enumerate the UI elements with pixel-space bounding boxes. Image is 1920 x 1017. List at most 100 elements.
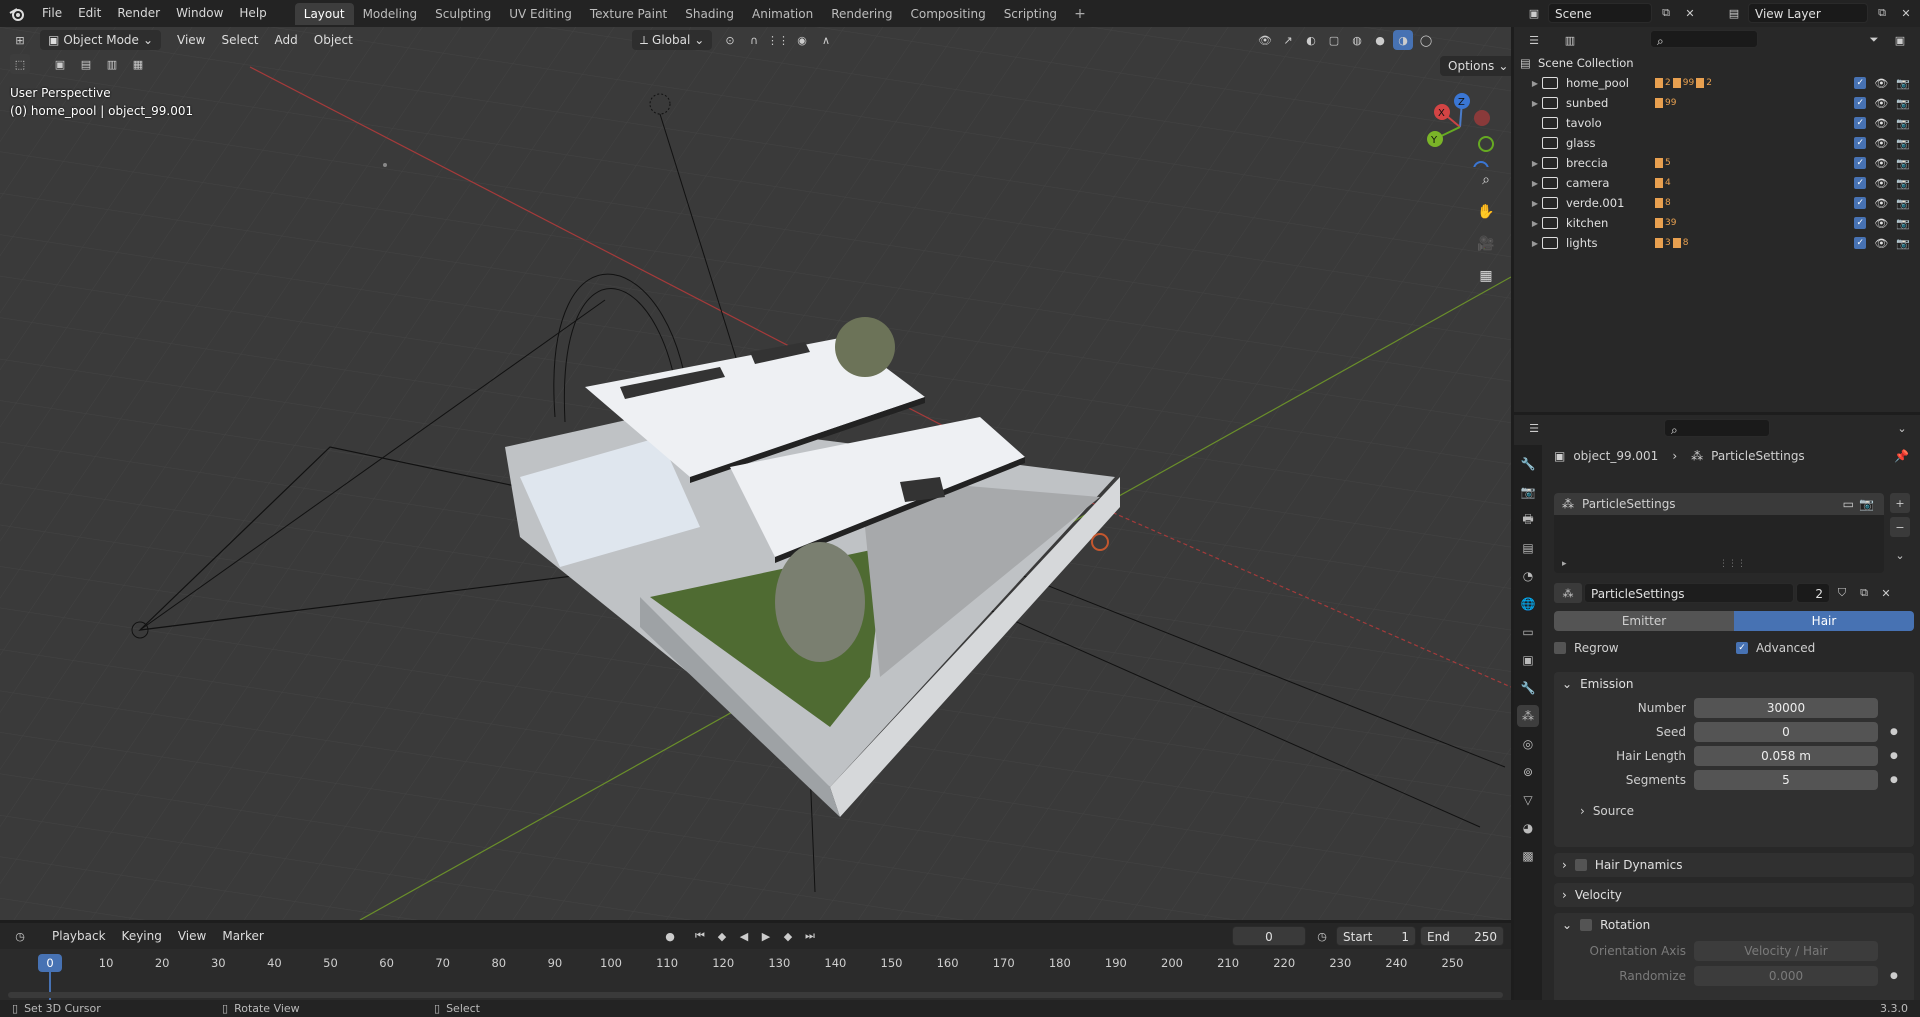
tab-scripting[interactable]: Scripting bbox=[995, 3, 1066, 25]
collection-tab-icon[interactable]: ▭ bbox=[1517, 621, 1539, 643]
number-field[interactable]: 30000 bbox=[1694, 698, 1878, 718]
editor-type-icon[interactable]: ☰ bbox=[1524, 30, 1544, 50]
emitter-button[interactable]: Emitter bbox=[1554, 611, 1734, 631]
menu-object[interactable]: Object bbox=[306, 33, 361, 47]
eye-icon[interactable]: 👁 bbox=[1874, 157, 1888, 170]
viewport-scene[interactable] bbox=[0, 27, 1511, 920]
xray-icon[interactable]: ▢ bbox=[1324, 30, 1344, 50]
outliner-item-glass[interactable]: glass ✓ 👁 📷 bbox=[1514, 133, 1920, 153]
prev-keyframe-icon[interactable]: ◆ bbox=[712, 926, 732, 946]
menu-playback[interactable]: Playback bbox=[44, 929, 114, 943]
camera-icon[interactable]: 📷 bbox=[1896, 137, 1910, 150]
tab-texture-paint[interactable]: Texture Paint bbox=[581, 3, 676, 25]
outliner-item-tavolo[interactable]: tavolo ✓ 👁 📷 bbox=[1514, 113, 1920, 133]
physics-tab-icon[interactable]: ◎ bbox=[1517, 733, 1539, 755]
view-layer-field[interactable]: View Layer bbox=[1748, 3, 1868, 23]
constraints-tab-icon[interactable]: ⊚ bbox=[1517, 761, 1539, 783]
new-scene-icon[interactable]: ⧉ bbox=[1656, 3, 1676, 23]
navigation-gizmo[interactable]: Z X Y bbox=[1420, 87, 1500, 167]
resize-handle-icon[interactable]: ⋮⋮⋮ bbox=[1719, 559, 1746, 569]
select-extend-icon[interactable]: ▤ bbox=[76, 54, 96, 74]
keyframe-dot-icon[interactable]: ● bbox=[1890, 751, 1898, 761]
duplicate-icon[interactable]: ⧉ bbox=[1854, 583, 1874, 603]
tab-compositing[interactable]: Compositing bbox=[901, 3, 994, 25]
neg-x-axis-handle[interactable] bbox=[1474, 110, 1490, 126]
keyframe-dot-icon[interactable]: ● bbox=[1890, 971, 1898, 981]
camera-icon[interactable]: 📷 bbox=[1896, 117, 1910, 130]
content-badges[interactable]: 4 bbox=[1655, 178, 1671, 188]
source-subpanel[interactable]: › Source bbox=[1580, 804, 1634, 818]
list-item[interactable]: ⁂ ParticleSettings ▭ 📷 bbox=[1554, 493, 1884, 515]
visibility-icon[interactable]: 👁 bbox=[1255, 30, 1275, 50]
wireframe-shading-icon[interactable]: ◍ bbox=[1347, 30, 1367, 50]
rendered-shading-icon[interactable]: ◯ bbox=[1416, 30, 1436, 50]
breadcrumb-particles[interactable]: ParticleSettings bbox=[1711, 449, 1805, 463]
scene-collection-row[interactable]: ▤ Scene Collection bbox=[1514, 53, 1920, 73]
object-mode-dropdown[interactable]: ▣ Object Mode ⌄ bbox=[40, 30, 161, 50]
exclude-checkbox[interactable]: ✓ bbox=[1854, 97, 1867, 109]
display-mode-icon[interactable]: ▥ bbox=[1560, 30, 1580, 50]
outliner-search-input[interactable]: ⌕ bbox=[1650, 30, 1758, 48]
hair-button[interactable]: Hair bbox=[1734, 611, 1914, 631]
next-keyframe-icon[interactable]: ◆ bbox=[778, 926, 798, 946]
chevron-down-icon[interactable]: ⌄ bbox=[1892, 418, 1912, 438]
output-tab-icon[interactable]: 🖶 bbox=[1517, 509, 1539, 531]
start-frame-field[interactable]: Start 1 bbox=[1336, 926, 1416, 946]
outliner-item-kitchen[interactable]: ▶ kitchen 39 ✓ 👁 📷 bbox=[1514, 213, 1920, 233]
orientation-axis-dropdown[interactable]: Velocity / Hair bbox=[1694, 941, 1878, 961]
regrow-checkbox[interactable] bbox=[1554, 642, 1566, 654]
modifier-tab-icon[interactable]: 🔧 bbox=[1517, 677, 1539, 699]
expand-arrow-icon[interactable]: ▶ bbox=[1528, 219, 1542, 228]
outliner-item-lights[interactable]: ▶ lights 3 8 ✓ 👁 📷 bbox=[1514, 233, 1920, 253]
properties-search-input[interactable]: ⌕ bbox=[1664, 419, 1770, 437]
outliner-item-verde-001[interactable]: ▶ verde.001 8 ✓ 👁 📷 bbox=[1514, 193, 1920, 213]
playhead[interactable]: 0 bbox=[38, 954, 62, 972]
pin-icon[interactable]: 📌 bbox=[1894, 449, 1909, 463]
world-tab-icon[interactable]: 🌐 bbox=[1517, 593, 1539, 615]
camera-icon[interactable]: 📷 bbox=[1896, 157, 1910, 170]
material-shading-icon[interactable]: ◑ bbox=[1393, 30, 1413, 50]
expand-list-icon[interactable]: ▸ bbox=[1562, 559, 1567, 569]
delete-scene-icon[interactable]: ✕ bbox=[1680, 3, 1700, 23]
hair-dynamics-panel[interactable]: › Hair Dynamics bbox=[1554, 853, 1914, 877]
randomize-field[interactable]: 0.000 bbox=[1694, 966, 1878, 986]
menu-keying[interactable]: Keying bbox=[114, 929, 170, 943]
menu-view[interactable]: View bbox=[170, 929, 214, 943]
end-frame-field[interactable]: End 250 bbox=[1420, 926, 1504, 946]
outliner-item-camera[interactable]: ▶ camera 4 ✓ 👁 📷 bbox=[1514, 173, 1920, 193]
new-view-layer-icon[interactable]: ⧉ bbox=[1872, 3, 1892, 23]
menu-edit[interactable]: Edit bbox=[70, 0, 109, 27]
expand-arrow-icon[interactable]: ▶ bbox=[1528, 99, 1542, 108]
menu-render[interactable]: Render bbox=[109, 0, 168, 27]
material-tab-icon[interactable]: ◕ bbox=[1517, 817, 1539, 839]
keyframe-dot-icon[interactable]: ● bbox=[1890, 775, 1898, 785]
zoom-icon[interactable]: ⌕ bbox=[1473, 167, 1499, 193]
expand-arrow-icon[interactable]: ▶ bbox=[1528, 179, 1542, 188]
timeline-scrollbar[interactable] bbox=[8, 992, 1503, 998]
hair-dynamics-checkbox[interactable] bbox=[1574, 859, 1587, 871]
select-invert-icon[interactable]: ▦ bbox=[128, 54, 148, 74]
overlay-icon[interactable]: ◐ bbox=[1301, 30, 1321, 50]
new-collection-icon[interactable]: ▣ bbox=[1890, 30, 1910, 50]
tab-uv-editing[interactable]: UV Editing bbox=[500, 3, 581, 25]
exclude-checkbox[interactable]: ✓ bbox=[1854, 117, 1867, 129]
select-tool-icon[interactable]: ⬚ bbox=[10, 54, 30, 74]
filter-icon[interactable]: ⏷ bbox=[1864, 30, 1884, 50]
eye-icon[interactable]: 👁 bbox=[1874, 117, 1888, 130]
keyframe-dot-icon[interactable]: ● bbox=[1890, 727, 1898, 737]
remove-slot-icon[interactable]: − bbox=[1890, 517, 1910, 537]
expand-arrow-icon[interactable]: ▶ bbox=[1528, 239, 1542, 248]
exclude-checkbox[interactable]: ✓ bbox=[1854, 157, 1867, 169]
blender-logo-icon[interactable] bbox=[0, 0, 34, 27]
camera-icon[interactable]: 📷 bbox=[1896, 197, 1910, 210]
outliner-item-home_pool[interactable]: ▶ home_pool 2 99 2 ✓ 👁 📷 bbox=[1514, 73, 1920, 93]
falloff-icon[interactable]: ∧ bbox=[816, 30, 836, 50]
transform-orientation-dropdown[interactable]: ⟂ Global ⌄ bbox=[632, 30, 713, 50]
particles-browse-icon[interactable]: ⁂ bbox=[1554, 583, 1582, 603]
scene-tab-icon[interactable]: ◔ bbox=[1517, 565, 1539, 587]
jump-end-icon[interactable]: ⏭ bbox=[800, 926, 820, 946]
settings-name-input[interactable]: ParticleSettings bbox=[1584, 583, 1794, 603]
play-reverse-icon[interactable]: ◀ bbox=[734, 926, 754, 946]
grid-perspective-icon[interactable]: ▦ bbox=[1473, 263, 1499, 289]
add-slot-icon[interactable]: + bbox=[1890, 493, 1910, 513]
